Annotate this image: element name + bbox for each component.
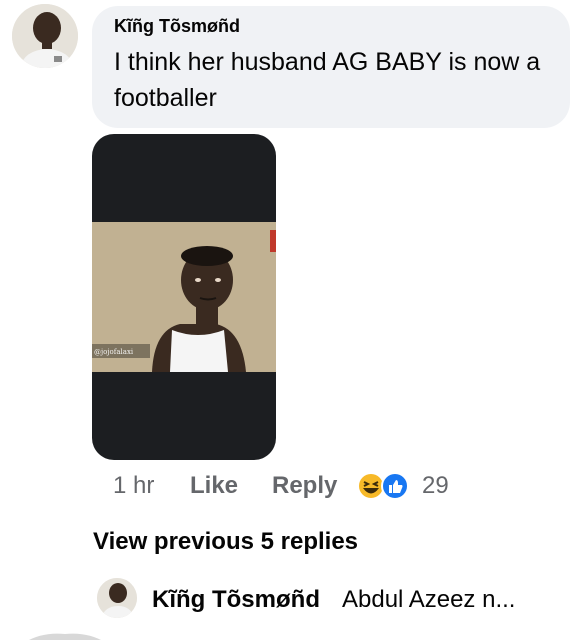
commenter-avatar[interactable]	[12, 4, 78, 68]
comment-timestamp[interactable]: 1 hr	[113, 471, 154, 501]
haha-icon	[357, 472, 385, 500]
reaction-summary[interactable]	[357, 472, 413, 500]
reply-author-name[interactable]: Kĩñg Tõsmøñd	[152, 585, 320, 615]
like-icon	[381, 472, 409, 500]
comment-media-attachment[interactable]: @jojofalaxi	[92, 134, 276, 460]
reply-preview-text[interactable]: Abdul Azeez n...	[342, 585, 515, 615]
like-button[interactable]: Like	[190, 471, 238, 501]
comment-author-name[interactable]: Kĩñg Tõsmøñd	[114, 16, 240, 37]
comment-text: I think her husband AG BABY is now a foo…	[114, 48, 541, 112]
next-comment-edge	[29, 633, 101, 640]
reply-button[interactable]: Reply	[272, 471, 337, 501]
avatar-photo	[12, 4, 78, 68]
reaction-count[interactable]: 29	[422, 471, 449, 501]
avatar-photo	[97, 578, 137, 618]
media-watermark: @jojofalaxi	[94, 348, 134, 356]
reply-author-avatar[interactable]	[97, 578, 137, 618]
view-previous-replies-link[interactable]: View previous 5 replies	[93, 527, 358, 557]
